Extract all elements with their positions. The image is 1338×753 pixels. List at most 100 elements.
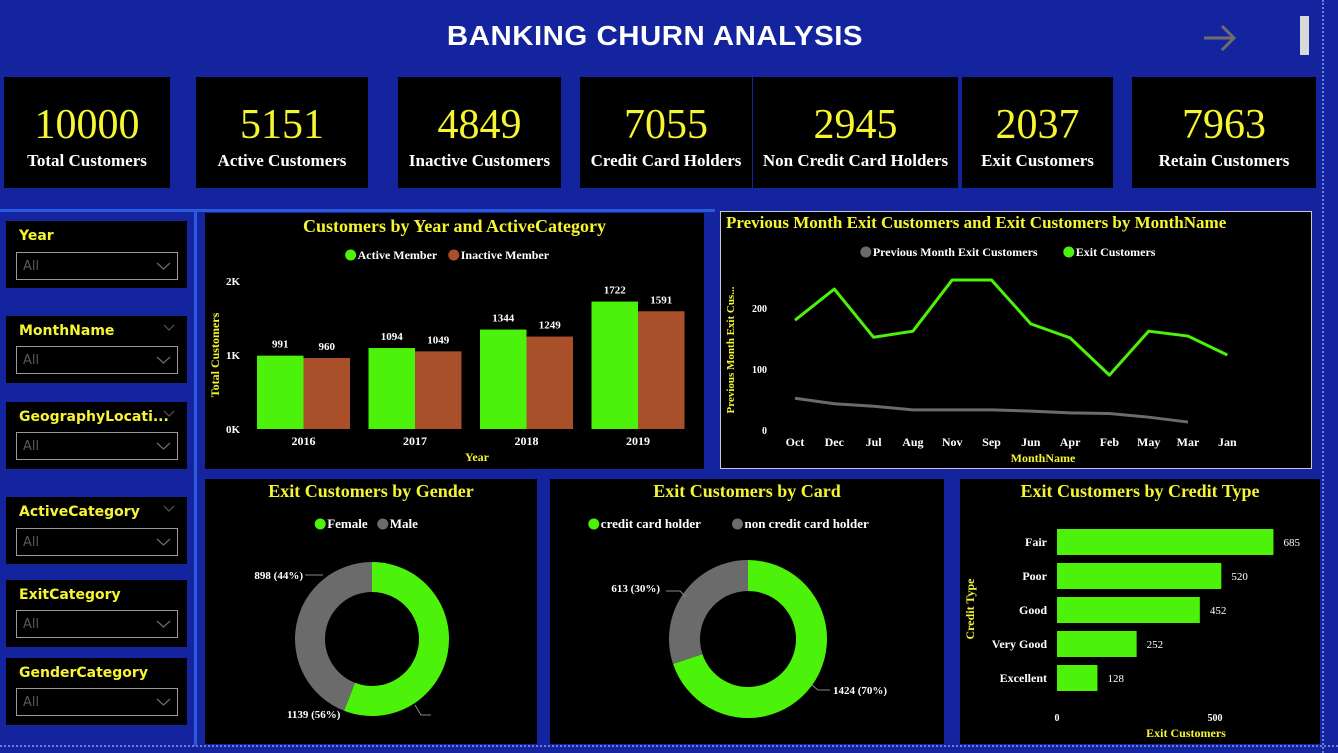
chevron-down-icon[interactable] bbox=[163, 324, 175, 332]
x-tick-label: Jun bbox=[1021, 435, 1041, 449]
donut-slice bbox=[669, 560, 748, 664]
legend-label: Inactive Member bbox=[461, 248, 550, 262]
data-label: 452 bbox=[1210, 605, 1227, 617]
y-tick-label: Excellent bbox=[1000, 671, 1047, 685]
legend-label: Active Member bbox=[358, 248, 438, 262]
panel-divider-horizontal bbox=[0, 209, 715, 212]
y-axis-title: Credit Type bbox=[963, 578, 977, 640]
kpi-credit-card-holders: 7055 Credit Card Holders bbox=[580, 77, 752, 188]
chart-svg: Previous Month Exit Customers Exit Custom… bbox=[725, 245, 1237, 465]
slicer-monthname: MonthName All bbox=[6, 316, 187, 383]
bar bbox=[415, 351, 462, 429]
series-line bbox=[794, 396, 1189, 424]
x-axis-title: MonthName bbox=[1011, 451, 1076, 465]
y-tick-label: 0 bbox=[762, 426, 767, 437]
slicer-title: GeographyLocati... bbox=[19, 409, 169, 425]
kpi-value: 10000 bbox=[34, 102, 140, 148]
data-label: 1094 bbox=[381, 331, 404, 343]
page-boundary-horizontal bbox=[0, 745, 1338, 747]
chart-exit-by-credit-type[interactable]: Exit Customers by Credit Type Fair 685 Poo… bbox=[960, 479, 1320, 744]
y-tick-label: Good bbox=[1019, 603, 1047, 617]
chevron-down-icon bbox=[156, 620, 171, 628]
slicer-dropdown[interactable]: All bbox=[16, 528, 178, 556]
kpi-label: Active Customers bbox=[217, 151, 347, 170]
slicer-dropdown[interactable]: All bbox=[16, 610, 178, 638]
kpi-label: Credit Card Holders bbox=[590, 151, 742, 170]
bar bbox=[480, 329, 527, 429]
slicer-dropdown[interactable]: All bbox=[16, 688, 178, 716]
scrollbar-thumb[interactable] bbox=[1300, 16, 1309, 55]
bar bbox=[1057, 665, 1098, 691]
y-tick-label: 100 bbox=[752, 365, 767, 376]
x-axis-title: Year bbox=[465, 450, 490, 464]
data-label: 1591 bbox=[650, 294, 672, 306]
kpi-value: 2037 bbox=[995, 102, 1080, 148]
data-label: 1139 (56%) bbox=[287, 709, 341, 721]
slicer-value: All bbox=[23, 535, 40, 550]
chart-svg: credit card holder non credit card holder… bbox=[588, 516, 887, 718]
kpi-inactive-customers: 4849 Inactive Customers bbox=[398, 77, 561, 188]
data-label: 1722 bbox=[604, 285, 627, 297]
bar bbox=[526, 336, 573, 429]
slicer-gendercategory: GenderCategory All bbox=[6, 658, 187, 725]
x-tick-label: 500 bbox=[1208, 713, 1223, 724]
y-tick-label: 1K bbox=[226, 350, 241, 362]
chart-exit-by-month[interactable]: Previous Month Exit Customers and Exit C… bbox=[720, 211, 1312, 469]
bar bbox=[638, 311, 685, 429]
data-label: 252 bbox=[1147, 639, 1164, 651]
x-tick-label: 2017 bbox=[403, 434, 427, 448]
x-tick-label: Jan bbox=[1218, 435, 1237, 449]
slicer-value: All bbox=[23, 617, 40, 632]
legend-label: Female bbox=[327, 516, 368, 531]
kpi-value: 7055 bbox=[624, 102, 708, 148]
chevron-down-icon bbox=[156, 442, 171, 450]
chart-exit-by-card[interactable]: Exit Customers by Card credit card holde… bbox=[550, 479, 944, 744]
kpi-label: Exit Customers bbox=[981, 151, 1094, 170]
y-tick-label: Fair bbox=[1025, 535, 1048, 549]
chevron-down-icon[interactable] bbox=[163, 410, 175, 418]
x-tick-label: Dec bbox=[825, 435, 845, 449]
slicer-dropdown[interactable]: All bbox=[16, 346, 178, 374]
legend-marker bbox=[448, 249, 460, 261]
data-label: 1049 bbox=[427, 334, 450, 346]
chart-customers-by-year[interactable]: Customers by Year and ActiveCategory Act… bbox=[205, 213, 704, 469]
chevron-down-icon bbox=[156, 262, 171, 270]
kpi-active-customers: 5151 Active Customers bbox=[196, 77, 368, 188]
kpi-value: 4849 bbox=[437, 102, 522, 148]
kpi-value: 5151 bbox=[240, 102, 324, 148]
chart-exit-by-gender[interactable]: Exit Customers by Gender Female Male 1139 … bbox=[205, 479, 537, 744]
x-tick-label: 2016 bbox=[292, 434, 316, 448]
slicer-title: ActiveCategory bbox=[19, 504, 140, 520]
y-axis-title: Total Customers bbox=[208, 312, 222, 397]
data-label: 520 bbox=[1231, 571, 1248, 583]
chart-svg: Female Male 1139 (56%) 898 (44%) bbox=[254, 516, 450, 721]
chevron-down-icon[interactable] bbox=[163, 505, 175, 513]
x-tick-label: May bbox=[1137, 435, 1160, 449]
bar bbox=[1057, 631, 1137, 657]
slicer-dropdown[interactable]: All bbox=[16, 252, 178, 280]
kpi-label: Retain Customers bbox=[1158, 151, 1290, 170]
slicer-value: All bbox=[23, 695, 40, 710]
y-tick-label: 0K bbox=[226, 424, 241, 436]
bar bbox=[1057, 563, 1222, 589]
kpi-exit-customers: 2037 Exit Customers bbox=[962, 77, 1113, 188]
bar bbox=[1057, 597, 1200, 623]
x-tick-label: Mar bbox=[1177, 435, 1200, 449]
kpi-label: Non Credit Card Holders bbox=[762, 151, 949, 170]
x-tick-label: Feb bbox=[1100, 435, 1120, 449]
legend-label: Previous Month Exit Customers bbox=[873, 245, 1038, 259]
chart-svg: Fair 685 Poor 520 Good 452 Very Good 252 Excelle… bbox=[963, 529, 1300, 740]
x-tick-label: Oct bbox=[786, 435, 805, 449]
slicer-dropdown[interactable]: All bbox=[16, 432, 178, 460]
arrow-right-icon[interactable] bbox=[1200, 20, 1240, 56]
leader-line bbox=[811, 684, 830, 691]
legend-marker bbox=[377, 518, 389, 530]
data-label: 685 bbox=[1283, 537, 1300, 549]
legend-label: Male bbox=[390, 516, 418, 531]
data-label: 128 bbox=[1107, 673, 1124, 685]
slicer-value: All bbox=[23, 439, 40, 454]
legend-marker bbox=[588, 518, 600, 530]
slicer-title: MonthName bbox=[19, 323, 115, 339]
y-tick-label: Poor bbox=[1022, 569, 1047, 583]
legend-label: non credit card holder bbox=[744, 516, 869, 531]
